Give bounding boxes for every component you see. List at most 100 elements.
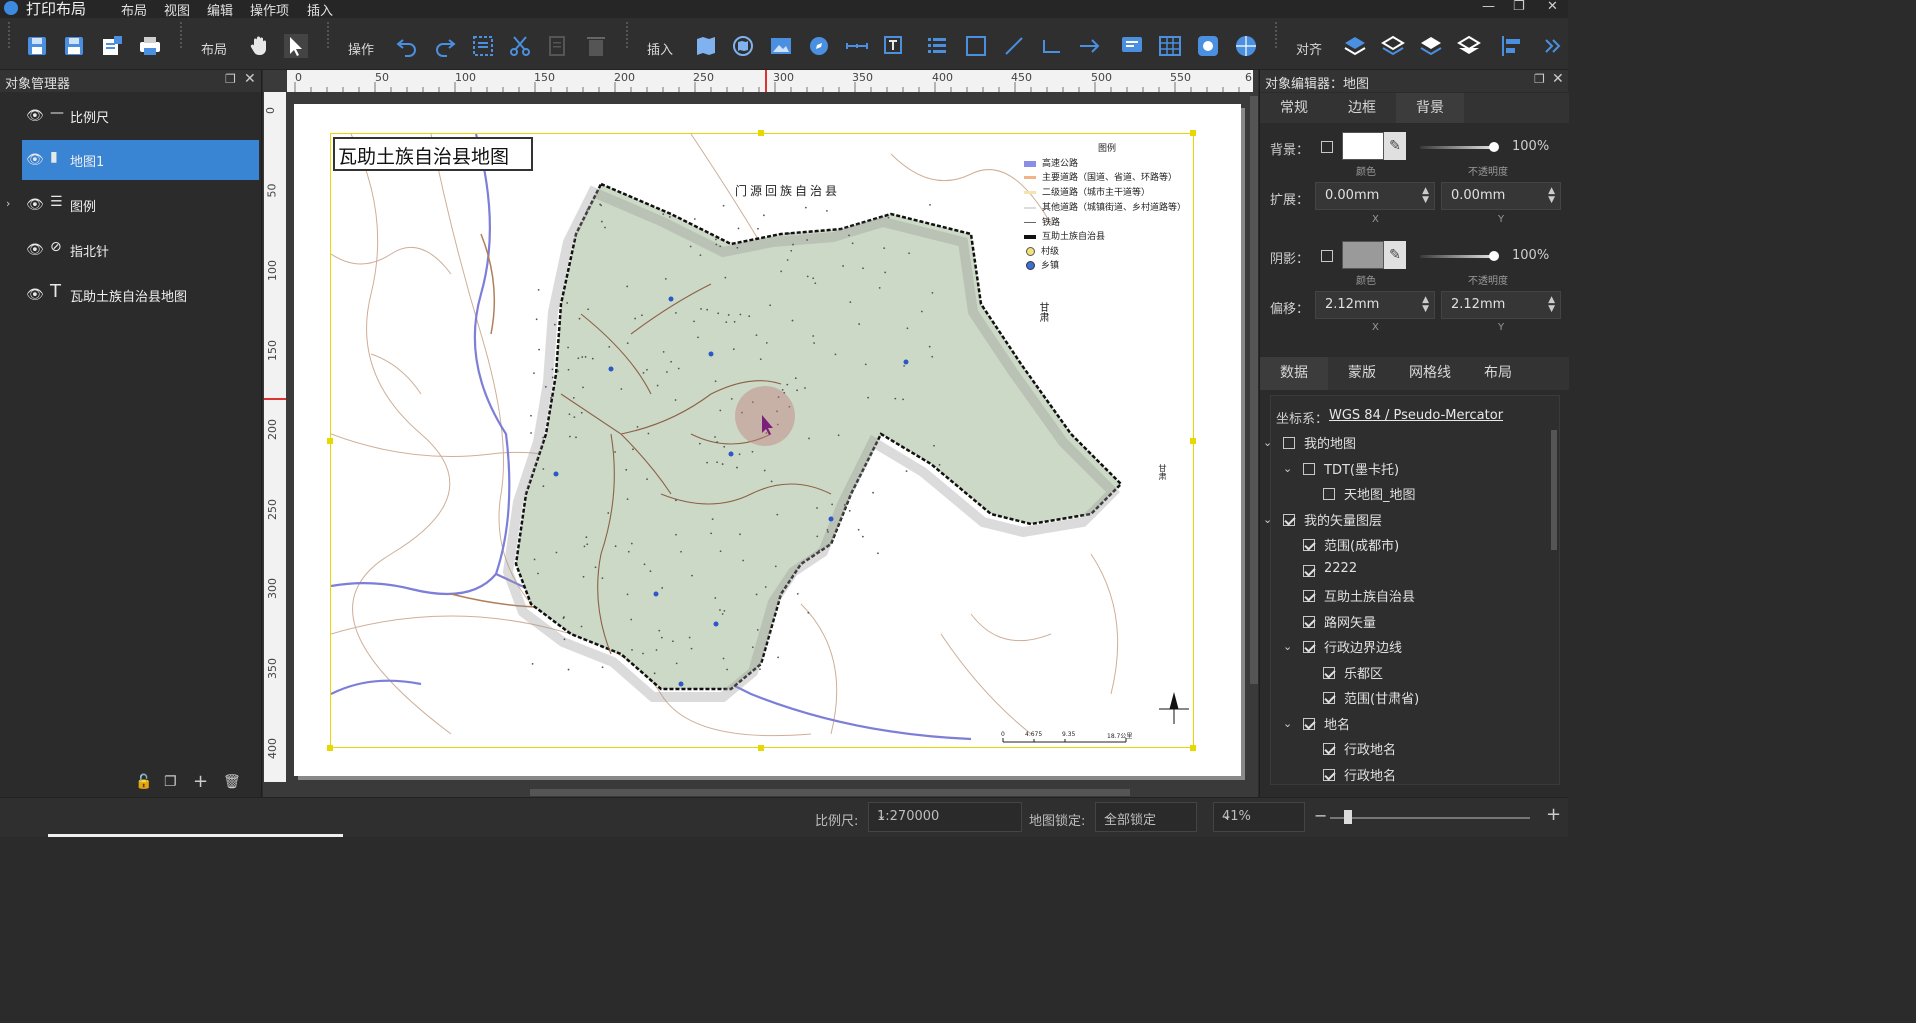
insert-line-icon[interactable] [1002, 34, 1026, 58]
insert-rectangle-icon[interactable] [964, 34, 988, 58]
insert-legend-icon[interactable] [925, 34, 949, 58]
expand-chevron-icon[interactable]: › [6, 197, 10, 210]
toolbar-grip[interactable] [1275, 22, 1279, 48]
menu-layout[interactable]: 布局 [121, 0, 147, 19]
background-opacity-knob[interactable] [1489, 142, 1499, 152]
horizontal-scrollbar[interactable] [530, 789, 1130, 796]
layer-checkbox[interactable] [1323, 743, 1335, 755]
resize-handle[interactable] [1190, 745, 1196, 751]
spin-arrows-icon[interactable]: ▲ ▼ [1548, 296, 1555, 314]
toolbar-grip[interactable] [180, 22, 184, 48]
toolbar-grip[interactable] [327, 22, 331, 48]
background-opacity-slider[interactable] [1420, 146, 1496, 149]
duplicate-icon[interactable]: ❐ [164, 774, 177, 790]
tab-general[interactable]: 常规 [1260, 93, 1328, 123]
float-panel-icon[interactable]: ❐ [1534, 72, 1545, 86]
layer-down-icon[interactable] [1381, 34, 1405, 58]
layer-checkbox[interactable] [1303, 564, 1315, 577]
crs-link[interactable]: WGS 84 / Pseudo-Mercator [1329, 408, 1503, 423]
shadow-opacity-knob[interactable] [1489, 251, 1499, 261]
close-panel-icon[interactable]: ✕ [1552, 71, 1564, 87]
eye-icon[interactable]: 👁 [26, 152, 44, 168]
eye-icon[interactable]: 👁 [26, 197, 44, 213]
trash-icon[interactable]: 🗑 [223, 774, 241, 790]
insert-map-icon[interactable] [694, 34, 718, 58]
map-title-frame[interactable]: 瓦助土族自治县地图 [333, 137, 533, 171]
insert-globe-icon[interactable] [1234, 34, 1258, 58]
zoom-out-icon[interactable]: − [1314, 806, 1327, 825]
layer-checkbox[interactable] [1283, 437, 1295, 449]
tab-layout[interactable]: 布局 [1464, 357, 1532, 390]
copy-icon[interactable] [546, 34, 570, 58]
expand-x-input[interactable]: 0.00mm ▲ ▼ [1315, 182, 1435, 210]
resize-handle[interactable] [758, 130, 764, 136]
layer-checkbox[interactable] [1303, 717, 1315, 730]
shadow-color-swatch[interactable] [1342, 241, 1384, 269]
scale-select[interactable]: 1:270000 ⌄ [868, 802, 1022, 832]
tab-grid[interactable]: 网格线 [1396, 357, 1464, 390]
pan-hand-icon[interactable] [248, 34, 272, 58]
object-item-legend[interactable]: 👁 ☰ 图例 [22, 185, 259, 225]
object-item-map1[interactable]: 👁 ▮ 地图1 [22, 140, 259, 180]
undo-icon[interactable] [395, 34, 419, 58]
delete-icon[interactable] [584, 34, 608, 58]
minimize-icon[interactable]: — [1482, 0, 1495, 14]
vertical-scrollbar[interactable] [1250, 96, 1258, 684]
eye-icon[interactable]: 👁 [26, 108, 44, 124]
layer-checkbox[interactable] [1303, 462, 1315, 475]
object-item-title-text[interactable]: 👁 T 瓦助土族自治县地图 [22, 275, 259, 315]
tab-border[interactable]: 边框 [1328, 93, 1396, 123]
resize-handle[interactable] [327, 438, 333, 444]
background-checkbox[interactable] [1321, 141, 1333, 153]
menu-view[interactable]: 视图 [164, 0, 190, 19]
insert-3dmap-icon[interactable] [731, 34, 755, 58]
menu-edit[interactable]: 编辑 [207, 0, 233, 19]
tree-scrollbar[interactable] [1551, 430, 1557, 550]
zoom-slider[interactable] [1330, 817, 1530, 819]
zoom-in-icon[interactable]: + [1546, 804, 1561, 825]
tab-background[interactable]: 背景 [1396, 93, 1464, 123]
insert-compass-icon[interactable] [807, 34, 831, 58]
chevron-down-icon[interactable]: ⌄ [1283, 640, 1292, 653]
insert-callout-icon[interactable] [1120, 34, 1144, 58]
eyedropper-icon[interactable]: ✎ [1384, 241, 1406, 269]
select-all-icon[interactable] [471, 34, 495, 58]
insert-table-icon[interactable] [1158, 34, 1182, 58]
background-color-swatch[interactable] [1342, 132, 1384, 160]
float-panel-icon[interactable]: ❐ [225, 72, 236, 86]
close-panel-icon[interactable]: ✕ [244, 71, 256, 87]
zoom-select[interactable]: 41% ⌄ [1213, 802, 1305, 832]
resize-handle[interactable] [327, 745, 333, 751]
chevron-down-icon[interactable]: ⌄ [1263, 513, 1272, 526]
chevron-down-icon[interactable]: ⌄ [1283, 717, 1292, 730]
insert-scalebar-icon[interactable] [845, 34, 869, 58]
layer-checkbox[interactable] [1323, 666, 1335, 679]
map-frame[interactable]: 门源回族自治县 甘肃 甘肃 0 4.675 9.35 18.7公里 [330, 133, 1194, 748]
spin-arrows-icon[interactable]: ▲ ▼ [1548, 187, 1555, 205]
lock-icon[interactable]: 🔓 [135, 774, 152, 790]
shadow-opacity-slider[interactable] [1420, 255, 1496, 258]
zoom-slider-knob[interactable] [1344, 810, 1353, 824]
insert-polyline-icon[interactable] [1040, 34, 1064, 58]
menu-insert[interactable]: 插入 [307, 0, 333, 19]
resize-handle[interactable] [758, 745, 764, 751]
chevron-down-icon[interactable]: ⌄ [1283, 462, 1292, 475]
layer-checkbox[interactable] [1303, 641, 1315, 653]
redo-icon[interactable] [433, 34, 457, 58]
layer-checkbox[interactable] [1323, 692, 1335, 704]
layer-bottom-icon[interactable] [1457, 34, 1481, 58]
insert-frame-icon[interactable] [1196, 34, 1220, 58]
object-item-compass[interactable]: 👁 ⊘ 指北针 [22, 230, 259, 270]
toolbar-overflow-icon[interactable] [1540, 34, 1564, 58]
save-icon[interactable] [62, 34, 86, 58]
insert-text-icon[interactable] [882, 34, 906, 58]
resize-handle[interactable] [1190, 438, 1196, 444]
layer-top-icon[interactable] [1419, 34, 1443, 58]
layer-up-icon[interactable] [1343, 34, 1367, 58]
layer-checkbox[interactable] [1323, 488, 1335, 500]
toolbar-grip[interactable] [8, 22, 12, 48]
resize-handle[interactable] [1190, 130, 1196, 136]
add-icon[interactable]: + [193, 771, 208, 792]
expand-y-input[interactable]: 0.00mm ▲ ▼ [1441, 182, 1561, 210]
layer-checkbox[interactable] [1303, 539, 1315, 551]
